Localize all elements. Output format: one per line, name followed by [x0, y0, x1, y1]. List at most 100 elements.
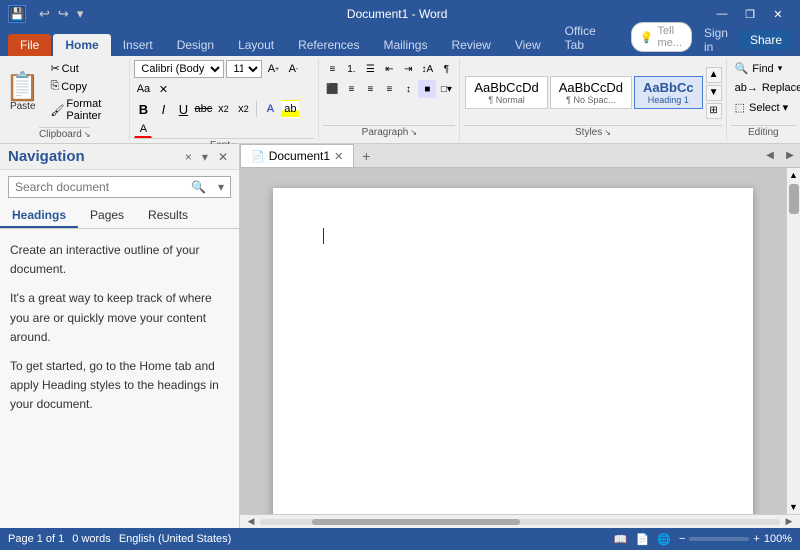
nav-content-p3: To get started, go to the Home tab and a…	[10, 357, 229, 415]
scroll-down-button[interactable]: ▼	[789, 502, 798, 512]
find-button[interactable]: 🔍 Find ▾	[731, 60, 796, 77]
nav-search-toggle[interactable]: ×	[182, 149, 195, 165]
redo-button[interactable]: ↪	[55, 6, 72, 22]
tab-home[interactable]: Home	[53, 34, 110, 56]
share-button[interactable]: Share	[740, 30, 792, 50]
styles-down-button[interactable]: ▼	[706, 85, 722, 101]
nav-tab-results[interactable]: Results	[136, 204, 200, 228]
font-grow-button[interactable]: A+	[264, 60, 282, 78]
hscroll-right-button[interactable]: ▶	[782, 517, 796, 527]
zoom-in-button[interactable]: +	[753, 533, 759, 545]
save-button[interactable]: 💾	[8, 5, 26, 23]
scroll-up-button[interactable]: ▲	[789, 170, 798, 180]
text-effect-button[interactable]: A	[261, 100, 279, 118]
view-read-button[interactable]: 📖	[614, 533, 628, 546]
minimize-button[interactable]: —	[708, 4, 736, 24]
doc-tab-scroll-left[interactable]: ◀	[760, 146, 780, 166]
highlight-button[interactable]: ab	[281, 100, 299, 118]
customize-qat-button[interactable]: ▾	[74, 6, 87, 22]
center-button[interactable]: ≡	[342, 80, 360, 98]
decrease-indent-button[interactable]: ⇤	[380, 60, 398, 78]
doc-scroll-area[interactable]	[240, 168, 786, 514]
increase-indent-button[interactable]: ⇥	[399, 60, 417, 78]
bullets-button[interactable]: ≡	[323, 60, 341, 78]
paste-button[interactable]: 📋 Paste	[0, 58, 45, 127]
nav-tabs: Headings Pages Results	[0, 204, 239, 229]
vertical-scrollbar[interactable]: ▲ ▼	[786, 168, 800, 514]
sort-button[interactable]: ↕A	[418, 60, 436, 78]
doc-tab-scroll-right[interactable]: ▶	[780, 146, 800, 166]
replace-icon: ab→	[735, 82, 758, 94]
tab-view[interactable]: View	[503, 34, 553, 56]
tab-insert[interactable]: Insert	[111, 34, 165, 56]
subscript-button[interactable]: x2	[214, 100, 232, 118]
tab-layout[interactable]: Layout	[226, 34, 286, 56]
lightbulb-icon: 💡	[640, 31, 654, 44]
multilevel-button[interactable]: ☰	[361, 60, 379, 78]
styles-more-button[interactable]: ⊞	[706, 103, 722, 119]
tab-design[interactable]: Design	[165, 34, 226, 56]
nav-search-dropdown[interactable]: ▾	[212, 177, 230, 197]
line-spacing-button[interactable]: ↕	[399, 80, 417, 98]
nav-search-button[interactable]: 🔍	[185, 177, 212, 197]
superscript-button[interactable]: x2	[234, 100, 252, 118]
nav-close-button[interactable]: ✕	[215, 149, 231, 165]
font-name-select[interactable]: Calibri (Body)	[134, 60, 224, 78]
styles-up-button[interactable]: ▲	[706, 67, 722, 83]
hscroll-left-button[interactable]: ◀	[244, 517, 258, 527]
scroll-thumb[interactable]	[789, 184, 799, 214]
style-normal[interactable]: AaBbCcDd ¶ Normal	[465, 76, 547, 109]
new-tab-button[interactable]: +	[354, 146, 378, 166]
tell-me-input[interactable]: 💡 Tell me...	[631, 22, 692, 52]
nav-collapse-button[interactable]: ▾	[199, 149, 211, 165]
zoom-slider[interactable]	[689, 537, 749, 541]
style-heading1[interactable]: AaBbCc Heading 1	[634, 76, 703, 109]
numbering-button[interactable]: 1.	[342, 60, 360, 78]
strikethrough-button[interactable]: abc	[194, 100, 212, 118]
zoom-out-button[interactable]: −	[679, 533, 685, 545]
hscroll-track[interactable]	[260, 519, 780, 525]
format-painter-button[interactable]: 🖌 Format Painter	[47, 96, 127, 124]
document-page[interactable]	[273, 188, 753, 514]
copy-button[interactable]: ⎘ Copy	[47, 78, 127, 95]
style-no-spacing[interactable]: AaBbCcDd ¶ No Spac...	[550, 76, 632, 109]
justify-button[interactable]: ≡	[380, 80, 398, 98]
italic-button[interactable]: I	[154, 100, 172, 118]
select-button[interactable]: ⬚ Select ▾	[731, 99, 796, 116]
document-tab[interactable]: 📄 Document1 ✕	[240, 144, 354, 167]
view-print-button[interactable]: 📄	[636, 533, 650, 546]
replace-button[interactable]: ab→ Replace	[731, 80, 796, 96]
bold-button[interactable]: B	[134, 100, 152, 118]
align-right-button[interactable]: ≡	[361, 80, 379, 98]
clipboard-expand-icon[interactable]: ↘	[84, 130, 91, 139]
clear-formatting-button[interactable]: ✕	[154, 80, 172, 98]
undo-button[interactable]: ↩	[36, 6, 53, 22]
tab-references[interactable]: References	[286, 34, 371, 56]
font-color-button[interactable]: A	[134, 120, 152, 138]
page-info: Page 1 of 1	[8, 533, 64, 545]
font-shrink-button[interactable]: A-	[284, 60, 302, 78]
nav-search-input[interactable]	[9, 177, 185, 197]
tab-mailings[interactable]: Mailings	[371, 34, 439, 56]
paragraph-expand-icon[interactable]: ↘	[410, 128, 417, 137]
align-left-button[interactable]: ⬛	[323, 80, 341, 98]
close-button[interactable]: ✕	[764, 4, 792, 24]
quick-access-toolbar: ↩ ↪ ▾	[36, 6, 86, 22]
doc-tab-close-button[interactable]: ✕	[334, 150, 343, 163]
nav-tab-headings[interactable]: Headings	[0, 204, 78, 228]
tab-review[interactable]: Review	[439, 34, 502, 56]
styles-expand-icon[interactable]: ↘	[604, 128, 611, 137]
tab-file[interactable]: File	[8, 34, 51, 56]
nav-tab-pages[interactable]: Pages	[78, 204, 136, 228]
change-case-button[interactable]: Aa	[134, 80, 152, 98]
borders-button[interactable]: □▾	[437, 80, 455, 98]
underline-button[interactable]: U	[174, 100, 192, 118]
font-size-select[interactable]: 11	[226, 60, 262, 78]
signin-button[interactable]: Sign in	[696, 24, 736, 56]
tab-office-tab[interactable]: Office Tab	[553, 20, 619, 56]
view-web-button[interactable]: 🌐	[657, 533, 671, 546]
show-marks-button[interactable]: ¶	[437, 60, 455, 78]
restore-button[interactable]: ❐	[736, 4, 764, 24]
shading-button[interactable]: ■	[418, 80, 436, 98]
cut-button[interactable]: ✂ Cut	[47, 60, 127, 77]
